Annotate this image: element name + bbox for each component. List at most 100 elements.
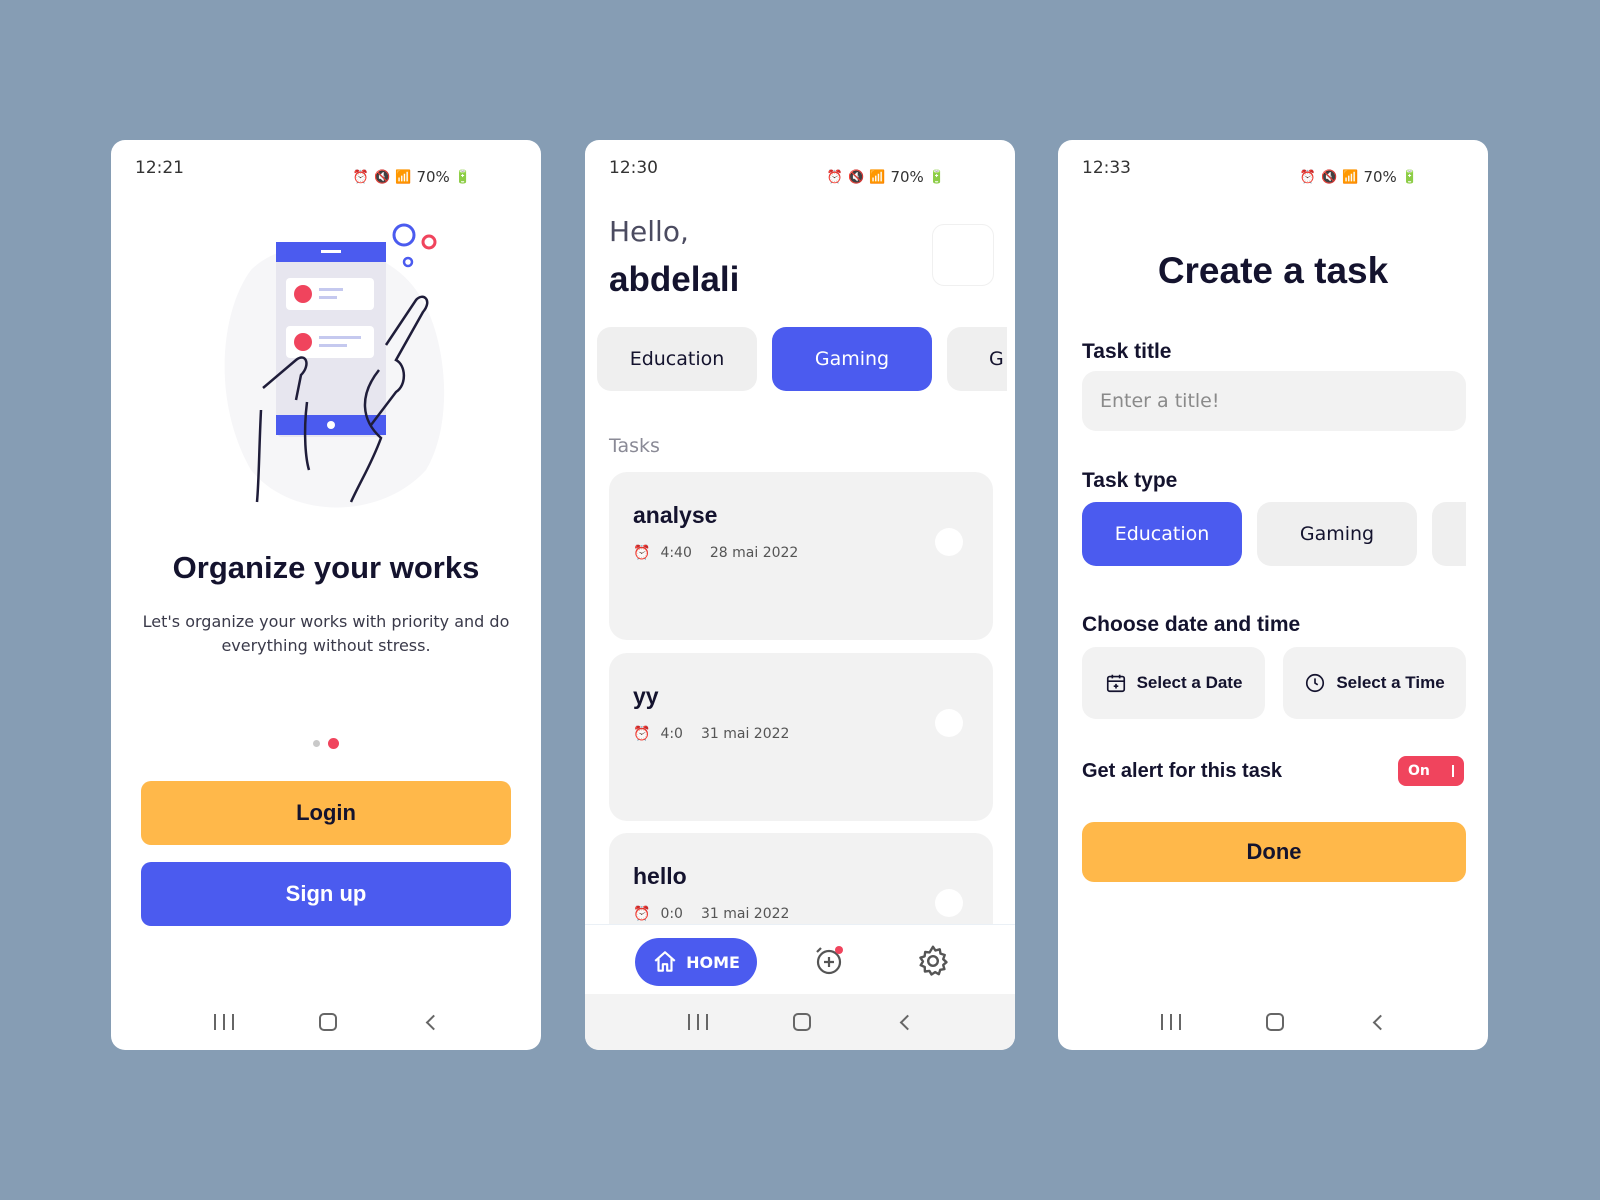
signal-icon: 📶 [1342,169,1359,185]
system-nav-bar [585,994,1015,1050]
pager-dots [111,738,541,749]
task-title: yy [633,683,659,709]
status-time: 12:33 [1082,158,1131,178]
status-bar: 12:30 ⏰ 🔇 📶 70% 🔋 [585,140,1015,196]
task-date: 28 mai 2022 [709,545,799,561]
task-title-input[interactable] [1082,371,1466,431]
back-icon[interactable] [425,1014,441,1030]
task-title-label: Task title [1082,340,1172,363]
system-nav-bar [1058,994,1488,1050]
task-checkbox[interactable] [935,709,963,737]
task-meta: ⏰ 4:0 31 mai 2022 [633,726,969,742]
toggle-label: On [1408,763,1430,779]
alarm-status-icon: ⏰ [826,169,844,185]
tab-home[interactable]: HOME [635,938,757,986]
battery-icon: 🔋 [454,169,471,185]
alarm-status-icon: ⏰ [1299,169,1317,185]
battery-percent: 70% [890,168,924,186]
category-chips: Education Gaming G [597,327,1007,393]
recent-apps-icon[interactable] [1160,1014,1181,1030]
alarm-clock-icon: ⏰ [633,545,651,561]
battery-icon: 🔋 [1401,169,1418,185]
login-button[interactable]: Login [141,781,511,845]
onboarding-screen: 12:21 ⏰ 🔇 📶 70% 🔋 Organize your works Le… [111,140,541,1050]
task-checkbox[interactable] [935,889,963,917]
tab-home-label: HOME [686,952,740,972]
category-chip-next[interactable]: G [947,327,1007,391]
pager-dot[interactable] [313,740,320,747]
alarm-status-icon: ⏰ [352,169,370,185]
battery-percent: 70% [1363,168,1397,186]
battery-percent: 70% [416,168,450,186]
status-time: 12:30 [609,158,658,178]
home-system-icon[interactable] [318,1013,337,1031]
task-checkbox[interactable] [935,528,963,556]
gear-icon[interactable] [915,943,951,979]
task-date: 31 mai 2022 [700,906,790,922]
clock-icon [1306,673,1325,693]
back-icon[interactable] [899,1014,915,1030]
date-time-label: Choose date and time [1082,613,1301,636]
select-date-label: Select a Date [1136,673,1243,692]
task-title: hello [633,863,687,889]
task-time: 4:0 [660,726,683,742]
onboarding-title: Organize your works [172,550,480,585]
status-bar: 12:21 ⏰ 🔇 📶 70% 🔋 [111,140,541,196]
page-title: Create a task [1157,250,1389,291]
category-chip-education[interactable]: Education [597,327,757,391]
signal-icon: 📶 [869,169,886,185]
task-card[interactable]: yy ⏰ 4:0 31 mai 2022 [609,653,993,821]
bottom-tab-bar: HOME [585,924,1015,994]
alert-toggle[interactable]: On [1398,756,1464,786]
task-type-label: Task type [1082,469,1178,492]
alert-row: Get alert for this task On [1082,754,1464,788]
select-date-button[interactable]: Select a Date [1082,647,1265,719]
task-type-chips: Education Gaming [1082,502,1466,568]
select-time-button[interactable]: Select a Time [1283,647,1466,719]
type-chip-next[interactable] [1432,502,1466,566]
house-icon [654,951,676,972]
mute-icon: 🔇 [1321,169,1338,185]
home-system-icon[interactable] [792,1013,811,1031]
done-button[interactable]: Done [1082,822,1466,882]
phone-hand-illustration [224,223,445,508]
type-chip-gaming[interactable]: Gaming [1257,502,1417,566]
avatar[interactable] [932,224,994,286]
home-system-icon[interactable] [1265,1013,1284,1031]
status-icons: ⏰ 🔇 📶 70% 🔋 [353,158,517,196]
task-time: 0:0 [660,906,683,922]
tasks-section-label: Tasks [609,435,660,457]
battery-icon: 🔋 [928,169,945,185]
task-time: 4:40 [660,545,692,561]
signup-button[interactable]: Sign up [141,862,511,926]
status-icons: ⏰ 🔇 📶 70% 🔋 [827,158,991,196]
alarm-clock-icon: ⏰ [633,906,651,922]
status-time: 12:21 [135,158,184,178]
alert-label: Get alert for this task [1082,759,1283,782]
task-card[interactable]: analyse ⏰ 4:40 28 mai 2022 [609,472,993,640]
username: abdelali [609,260,740,299]
add-alarm-icon[interactable] [811,943,847,979]
pager-dot-active[interactable] [328,738,339,749]
status-icons: ⏰ 🔇 📶 70% 🔋 [1300,158,1464,196]
calendar-icon [1106,674,1125,693]
onboarding-subtitle: Let's organize your works with priority … [142,612,510,655]
select-time-label: Select a Time [1336,673,1445,692]
greeting: Hello, [609,215,689,248]
task-date: 31 mai 2022 [700,726,790,742]
task-title: analyse [633,502,718,528]
recent-apps-icon[interactable] [687,1014,708,1030]
alarm-clock-icon: ⏰ [633,726,651,742]
task-meta: ⏰ 0:0 31 mai 2022 [633,906,969,922]
signal-icon: 📶 [395,169,412,185]
recent-apps-icon[interactable] [213,1014,234,1030]
status-bar: 12:33 ⏰ 🔇 📶 70% 🔋 [1058,140,1488,196]
back-icon[interactable] [1372,1014,1388,1030]
mute-icon: 🔇 [374,169,391,185]
toggle-knob [1452,765,1454,777]
category-chip-gaming[interactable]: Gaming [772,327,932,391]
system-nav-bar [111,994,541,1050]
create-task-screen: 12:33 ⏰ 🔇 📶 70% 🔋 Create a task Task tit… [1058,140,1488,1050]
task-meta: ⏰ 4:40 28 mai 2022 [633,545,969,561]
type-chip-education[interactable]: Education [1082,502,1242,566]
